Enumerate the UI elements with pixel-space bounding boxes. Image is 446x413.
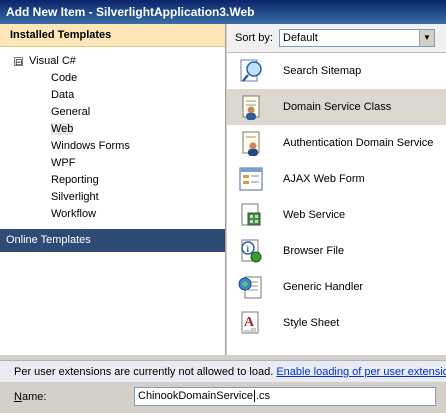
template-item-style-sheet[interactable]: A Style Sheet [227,305,446,341]
web-service-icon [241,203,261,226]
domain-service-icon [242,95,260,120]
tree-node-label: Silverlight [51,191,99,203]
sort-by-value: Default [283,32,318,44]
template-item-ajax-web-form[interactable]: AJAX Web Form [227,161,446,197]
enable-extensions-link[interactable]: Enable loading of per user extensio [276,366,446,378]
tree-node-silverlight[interactable]: Silverlight [0,189,225,206]
extensions-message: Per user extensions are currently not al… [14,366,274,378]
template-item-domain-service-class[interactable]: Domain Service Class [227,89,446,125]
online-templates-item[interactable]: Online Templates [0,229,225,252]
tree-node-label: Code [51,72,78,84]
tree-node-code[interactable]: Code [0,70,225,87]
dropdown-arrow-icon[interactable]: ▼ [419,30,434,46]
installed-templates-header: Installed Templates [0,24,225,47]
sort-by-dropdown[interactable]: Default ▼ [279,29,435,47]
template-label: Search Sitemap [283,65,362,77]
tree-node-label: Visual C# [29,55,76,67]
name-input-value-end: .cs [255,390,271,402]
tree-node-label: Web [51,123,74,135]
name-input-value-start: ChinookDomainService [138,390,253,402]
template-item-generic-handler[interactable]: Generic Handler [227,269,446,305]
tree-node-label: Windows Forms [51,140,130,152]
tree-node-windows-forms[interactable]: Windows Forms [0,138,225,155]
template-label: Generic Handler [283,281,364,293]
tree-node-wpf[interactable]: WPF [0,155,225,172]
svg-text:A: A [244,315,255,330]
template-tree: ⊟ Visual C# Code Data General Web Windows… [0,47,225,223]
template-label: Web Service [283,209,346,221]
name-input[interactable]: ChinookDomainService .cs [134,387,436,406]
dialog-footer: Per user extensions are currently not al… [0,355,446,413]
tree-node-label: Data [51,89,75,101]
authentication-domain-service-icon [242,131,260,156]
template-label: Authentication Domain Service [283,137,434,149]
collapse-icon[interactable]: ⊟ [14,56,23,66]
tree-node-web[interactable]: Web [0,121,225,138]
name-label-mnemonic: N [14,391,22,403]
generic-handler-icon [238,276,262,299]
text-caret [253,390,255,403]
tree-node-label: Workflow [51,208,97,220]
tree-node-data[interactable]: Data [0,87,225,104]
tree-node-reporting[interactable]: Reporting [0,172,225,189]
tree-node-general[interactable]: General [0,104,225,121]
window-title-bar: Add New Item - SilverlightApplication3.W… [0,0,446,24]
template-label: Domain Service Class [283,101,392,113]
name-label-rest: ame: [21,391,47,403]
template-list-panel: Sort by: Default ▼ Search Sitemap Domain… [227,24,446,355]
extensions-info-bar: Per user extensions are currently not al… [0,360,446,382]
template-item-web-service[interactable]: Web Service [227,197,446,233]
template-item-browser-file[interactable]: i Browser File [227,233,446,269]
tree-node-label: WPF [51,157,76,169]
search-sitemap-icon [240,59,262,82]
browser-file-icon: i [241,239,262,263]
sort-bar: Sort by: Default ▼ [227,24,446,53]
ajax-web-form-icon [239,167,263,191]
tree-node-label: General [51,106,91,118]
template-label: Style Sheet [283,317,340,329]
template-item-authentication-domain-service[interactable]: Authentication Domain Service [227,125,446,161]
window-title: Add New Item - SilverlightApplication3.W… [6,5,255,19]
template-label: AJAX Web Form [283,173,365,185]
tree-node-visual-csharp[interactable]: ⊟ Visual C# [0,53,225,70]
style-sheet-icon: A [241,311,259,334]
sort-by-label: Sort by: [235,32,273,44]
template-label: Browser File [283,245,345,257]
installed-templates-panel: Installed Templates ⊟ Visual C# Code Data… [0,24,226,355]
tree-node-label: Reporting [51,174,99,186]
tree-node-workflow[interactable]: Workflow [0,206,225,223]
name-label: Name: [14,391,46,403]
template-item-search-sitemap[interactable]: Search Sitemap [227,53,446,89]
